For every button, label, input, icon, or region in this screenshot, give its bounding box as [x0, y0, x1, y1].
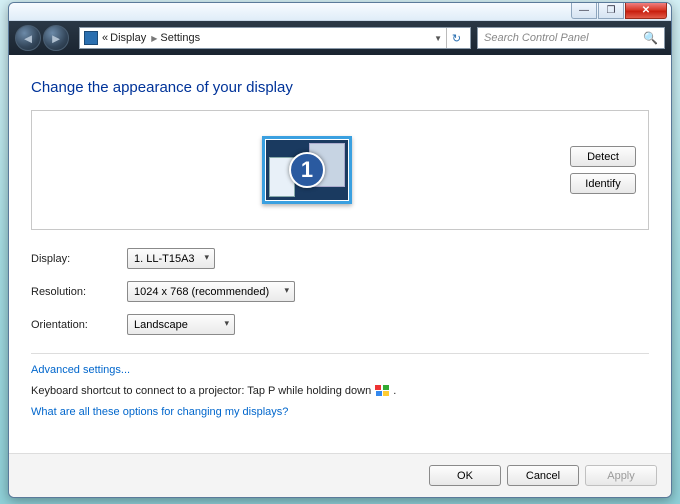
- monitor-number-badge: 1: [289, 152, 325, 188]
- resolution-dropdown[interactable]: 1024 x 768 (recommended): [127, 281, 295, 302]
- identify-button[interactable]: Identify: [570, 173, 636, 194]
- breadcrumb-display[interactable]: Display: [108, 32, 148, 44]
- address-dropdown-icon[interactable]: ▼: [430, 34, 446, 43]
- help-link[interactable]: What are all these options for changing …: [31, 406, 649, 418]
- nav-buttons: ◄ ►: [15, 25, 69, 51]
- monitor-1-preview[interactable]: 1: [262, 136, 352, 204]
- control-panel-window: — ❐ ✕ ◄ ► « Display ▶ Settings ▼ ↻ 🔍 Cha…: [8, 2, 672, 498]
- ok-button[interactable]: OK: [429, 465, 501, 486]
- detect-button[interactable]: Detect: [570, 146, 636, 167]
- preview-buttons: Detect Identify: [570, 146, 636, 194]
- advanced-settings-link[interactable]: Advanced settings...: [31, 364, 649, 376]
- display-row: Display: 1. LL-T15A3: [31, 248, 649, 269]
- windows-key-icon: [375, 385, 389, 397]
- display-dropdown[interactable]: 1. LL-T15A3: [127, 248, 215, 269]
- crumb-sep-icon: ▶: [148, 34, 160, 43]
- divider: [31, 353, 649, 354]
- keyboard-shortcut-text: Keyboard shortcut to connect to a projec…: [31, 385, 649, 397]
- orientation-dropdown[interactable]: Landscape: [127, 314, 235, 335]
- address-bar[interactable]: « Display ▶ Settings ▼ ↻: [79, 27, 471, 49]
- titlebar: — ❐ ✕: [9, 3, 671, 21]
- resolution-row: Resolution: 1024 x 768 (recommended): [31, 281, 649, 302]
- forward-button[interactable]: ►: [43, 25, 69, 51]
- orientation-label: Orientation:: [31, 319, 127, 331]
- back-button[interactable]: ◄: [15, 25, 41, 51]
- close-button[interactable]: ✕: [625, 3, 667, 19]
- monitor-preview-area: 1: [44, 136, 570, 204]
- search-input[interactable]: [484, 32, 639, 44]
- breadcrumb-settings[interactable]: Settings: [160, 32, 200, 44]
- search-box[interactable]: 🔍: [477, 27, 665, 49]
- orientation-row: Orientation: Landscape: [31, 314, 649, 335]
- search-icon: 🔍: [643, 31, 658, 45]
- cancel-button[interactable]: Cancel: [507, 465, 579, 486]
- apply-button[interactable]: Apply: [585, 465, 657, 486]
- maximize-button[interactable]: ❐: [598, 3, 624, 19]
- content-area: Change the appearance of your display 1 …: [9, 55, 671, 453]
- display-label: Display:: [31, 253, 127, 265]
- resolution-label: Resolution:: [31, 286, 127, 298]
- footer: OK Cancel Apply: [9, 453, 671, 497]
- refresh-button[interactable]: ↻: [446, 28, 466, 48]
- navbar: ◄ ► « Display ▶ Settings ▼ ↻ 🔍: [9, 21, 671, 55]
- control-panel-icon: [84, 31, 98, 45]
- minimize-button[interactable]: —: [571, 3, 597, 19]
- display-preview-box: 1 Detect Identify: [31, 110, 649, 230]
- page-title: Change the appearance of your display: [31, 79, 649, 96]
